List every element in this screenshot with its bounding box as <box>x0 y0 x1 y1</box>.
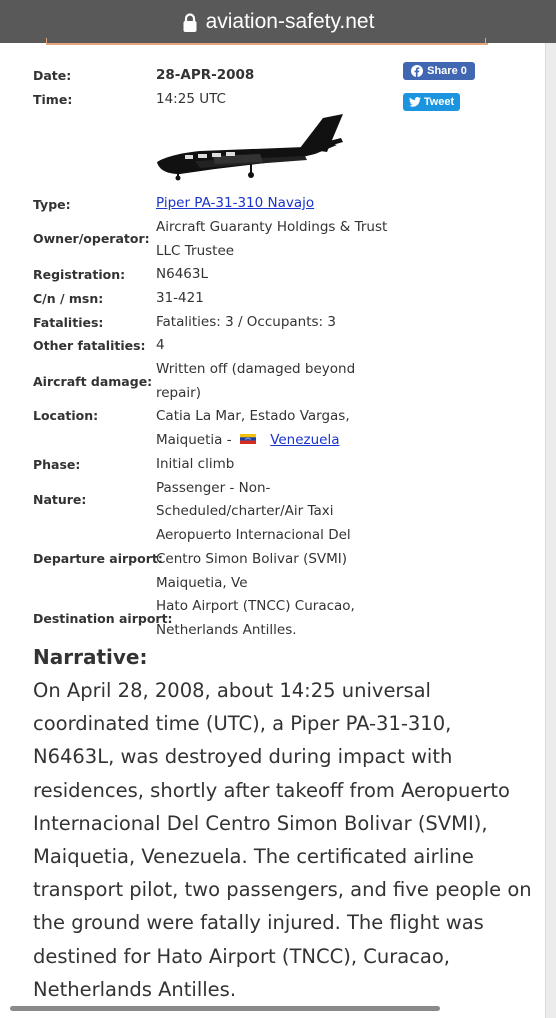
time-value: 14:25 UTC <box>156 91 226 107</box>
nature-line1: Passenger - Non- <box>156 480 271 496</box>
other-fatalities-label: Other fatalities: <box>33 338 146 353</box>
departure-line2: Centro Simon Bolivar (SVMI) <box>156 551 348 567</box>
tweet-button[interactable]: Tweet <box>403 93 460 111</box>
narrative-heading: Narrative: <box>33 645 148 669</box>
departure-label: Departure airport: <box>33 551 163 566</box>
time-label: Time: <box>33 92 73 107</box>
type-link[interactable]: Piper PA-31-310 Navajo <box>156 195 314 211</box>
date-value: 28-APR-2008 <box>156 67 255 83</box>
departure-line3: Maiquetia, Ve <box>156 575 248 591</box>
phase-value: Initial climb <box>156 456 235 472</box>
side-panel-edge <box>545 43 556 1018</box>
damage-line1: Written off (damaged beyond <box>156 361 356 377</box>
destination-label: Destination airport: <box>33 611 173 626</box>
horizontal-scrollbar[interactable] <box>10 1006 440 1011</box>
departure-line1: Aeropuerto Internacional Del <box>156 527 351 543</box>
location-line1: Catia La Mar, Estado Vargas, <box>156 408 350 424</box>
damage-label: Aircraft damage: <box>33 374 153 389</box>
type-label: Type: <box>33 197 71 212</box>
cn-label: C/n / msn: <box>33 291 104 306</box>
date-label: Date: <box>33 68 72 83</box>
aircraft-silhouette <box>157 114 343 181</box>
country-link[interactable]: Venezuela <box>270 432 339 448</box>
other-fatalities-value: 4 <box>156 337 165 353</box>
owner-line2: LLC Trustee <box>156 243 235 259</box>
tweet-label: Tweet <box>423 96 455 108</box>
destination-line2: Netherlands Antilles. <box>156 622 297 638</box>
phase-label: Phase: <box>33 457 81 472</box>
destination-line1: Hato Airport (TNCC) Curacao, <box>156 598 355 614</box>
twitter-icon <box>408 97 421 107</box>
venezuela-flag-icon <box>239 434 256 444</box>
nature-label: Nature: <box>33 492 87 507</box>
fatalities-value: Fatalities: 3 / Occupants: 3 <box>156 314 336 330</box>
damage-line2: repair) <box>156 385 201 401</box>
narrative-text: On April 28, 2008, about 14:25 universal… <box>33 679 532 1001</box>
location-line2: Maiquetia - <box>156 432 232 448</box>
facebook-share-label: Share 0 <box>427 65 467 77</box>
nature-line2: Scheduled/charter/Air Taxi <box>156 503 334 519</box>
location-line2-row: Maiquetia - Venezuela <box>156 428 340 452</box>
facebook-icon <box>411 65 424 77</box>
record-content: Share 0 Tweet Date: 28-APR-2008 Time: 14… <box>0 0 545 1018</box>
cn-value: 31-421 <box>156 290 204 306</box>
owner-line1: Aircraft Guaranty Holdings & Trust <box>156 219 388 235</box>
fatalities-label: Fatalities: <box>33 315 104 330</box>
owner-label: Owner/operator: <box>33 231 150 246</box>
registration-label: Registration: <box>33 267 126 282</box>
facebook-share-button[interactable]: Share 0 <box>403 62 475 80</box>
registration-value: N6463L <box>156 266 208 282</box>
location-label: Location: <box>33 408 99 423</box>
